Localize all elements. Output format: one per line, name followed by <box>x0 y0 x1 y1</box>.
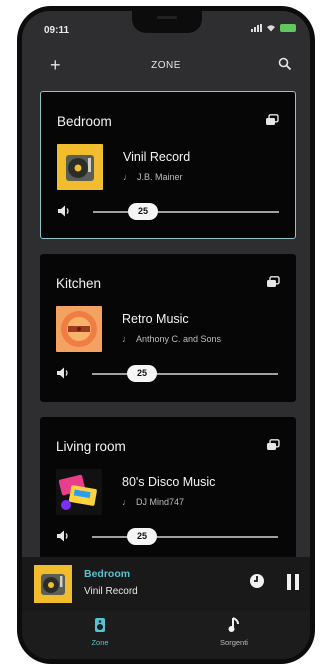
volume-icon <box>57 367 68 379</box>
zone-card-living-room[interactable]: Living room 80's Disco Music ♩ DJ Mind747… <box>40 417 296 577</box>
tab-label: Zone <box>91 638 109 647</box>
zone-name: Living room <box>56 439 126 454</box>
wifi-icon <box>267 25 275 32</box>
artist-name: ♩ DJ Mind747 <box>122 497 185 507</box>
retro-record-art <box>56 306 102 352</box>
artist-name: ♩ J.B. Mainer <box>123 172 183 182</box>
now-playing-track: Vinil Record <box>84 586 138 597</box>
page-title: ZONE <box>151 60 181 71</box>
music-note-icon <box>228 617 239 632</box>
status-time: 09:11 <box>44 25 70 36</box>
music-note-icon: ♩ <box>122 334 131 344</box>
tab-label: Sorgenti <box>220 638 248 647</box>
now-playing-bar[interactable]: Bedroom Vinil Record <box>22 557 310 611</box>
now-playing-art <box>34 565 72 603</box>
top-bar: + ZONE <box>22 55 310 79</box>
sleep-timer-icon[interactable] <box>248 572 266 590</box>
zone-card-kitchen[interactable]: Kitchen Retro Music ♩ Anthony C. and Sons… <box>40 254 296 402</box>
tab-sorgenti[interactable]: Sorgenti <box>204 617 264 647</box>
music-note-icon: ♩ <box>122 497 131 507</box>
volume-slider-handle[interactable]: 25 <box>128 203 158 220</box>
vinyl-record-art <box>57 144 103 190</box>
signal-icon <box>251 24 262 32</box>
artist-name: ♩ Anthony C. and Sons <box>122 334 222 344</box>
status-bar: 09:11 <box>22 11 310 45</box>
cassette-art <box>56 469 102 515</box>
pause-button[interactable] <box>286 574 300 590</box>
battery-icon <box>280 24 296 32</box>
speaker-icon <box>95 618 105 632</box>
volume-slider-track[interactable] <box>93 211 279 213</box>
tab-bar: Zone Sorgenti <box>22 611 310 659</box>
search-icon[interactable] <box>278 57 292 71</box>
track-title: Retro Music <box>122 312 189 326</box>
track-title: Vinil Record <box>123 150 191 164</box>
group-icon[interactable] <box>266 276 280 288</box>
volume-slider-track[interactable] <box>92 373 278 375</box>
now-playing-room: Bedroom <box>84 568 131 580</box>
volume-slider-handle[interactable]: 25 <box>127 528 157 545</box>
zone-name: Bedroom <box>57 114 112 129</box>
volume-slider-track[interactable] <box>92 536 278 538</box>
volume-icon <box>57 530 68 542</box>
group-icon[interactable] <box>265 114 279 126</box>
group-icon[interactable] <box>266 439 280 451</box>
music-note-icon: ♩ <box>123 172 132 182</box>
tab-zone[interactable]: Zone <box>70 617 130 647</box>
app-screen: 09:11 + ZONE Bedroom Vinil Record ♩ J.B.… <box>22 11 310 659</box>
volume-icon <box>58 205 69 217</box>
track-title: 80's Disco Music <box>122 475 216 489</box>
volume-slider-handle[interactable]: 25 <box>127 365 157 382</box>
zone-name: Kitchen <box>56 276 102 291</box>
zone-card-bedroom[interactable]: Bedroom Vinil Record ♩ J.B. Mainer 25 <box>40 91 296 239</box>
